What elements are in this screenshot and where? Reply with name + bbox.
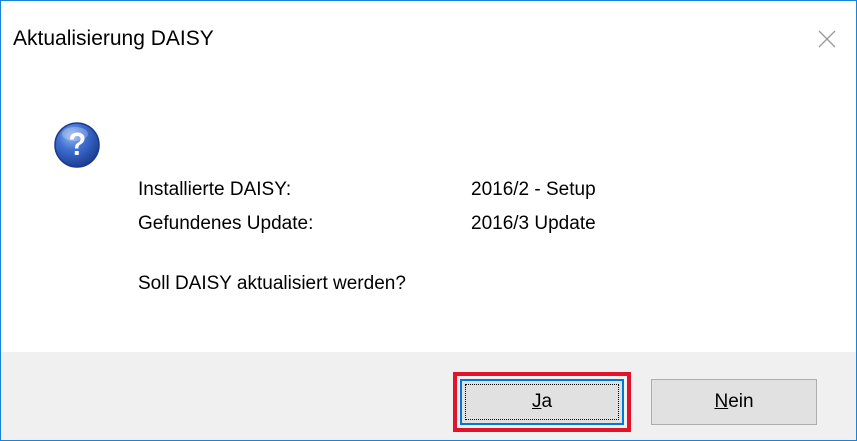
found-value: 2016/3 Update xyxy=(471,213,596,234)
question-text: Soll DAISY aktualisiert werden? xyxy=(138,273,406,294)
installed-value: 2016/2 - Setup xyxy=(471,179,596,200)
yes-label-rest: a xyxy=(541,391,553,412)
message-area: Installierte DAISY: 2016/2 - Setup Gefun… xyxy=(1,77,856,352)
close-button[interactable] xyxy=(798,1,856,77)
no-mnemonic: N xyxy=(714,391,729,412)
window-title: Aktualisierung DAISY xyxy=(13,27,214,50)
question-icon xyxy=(53,121,101,169)
no-button[interactable]: Nein xyxy=(651,379,817,425)
installed-label: Installierte DAISY: xyxy=(138,179,292,200)
no-button-label: Nein xyxy=(714,391,753,413)
yes-button-label: Ja xyxy=(532,391,552,413)
found-label: Gefundenes Update: xyxy=(138,213,314,234)
no-label-rest: ein xyxy=(728,391,754,412)
close-icon xyxy=(818,30,836,48)
button-bar: Ja Nein xyxy=(1,352,856,440)
title-bar[interactable]: Aktualisierung DAISY xyxy=(1,1,856,77)
dialog-window: Aktualisierung DAISY Installierte DAISY:… xyxy=(0,0,857,441)
yes-button[interactable]: Ja xyxy=(460,379,624,425)
